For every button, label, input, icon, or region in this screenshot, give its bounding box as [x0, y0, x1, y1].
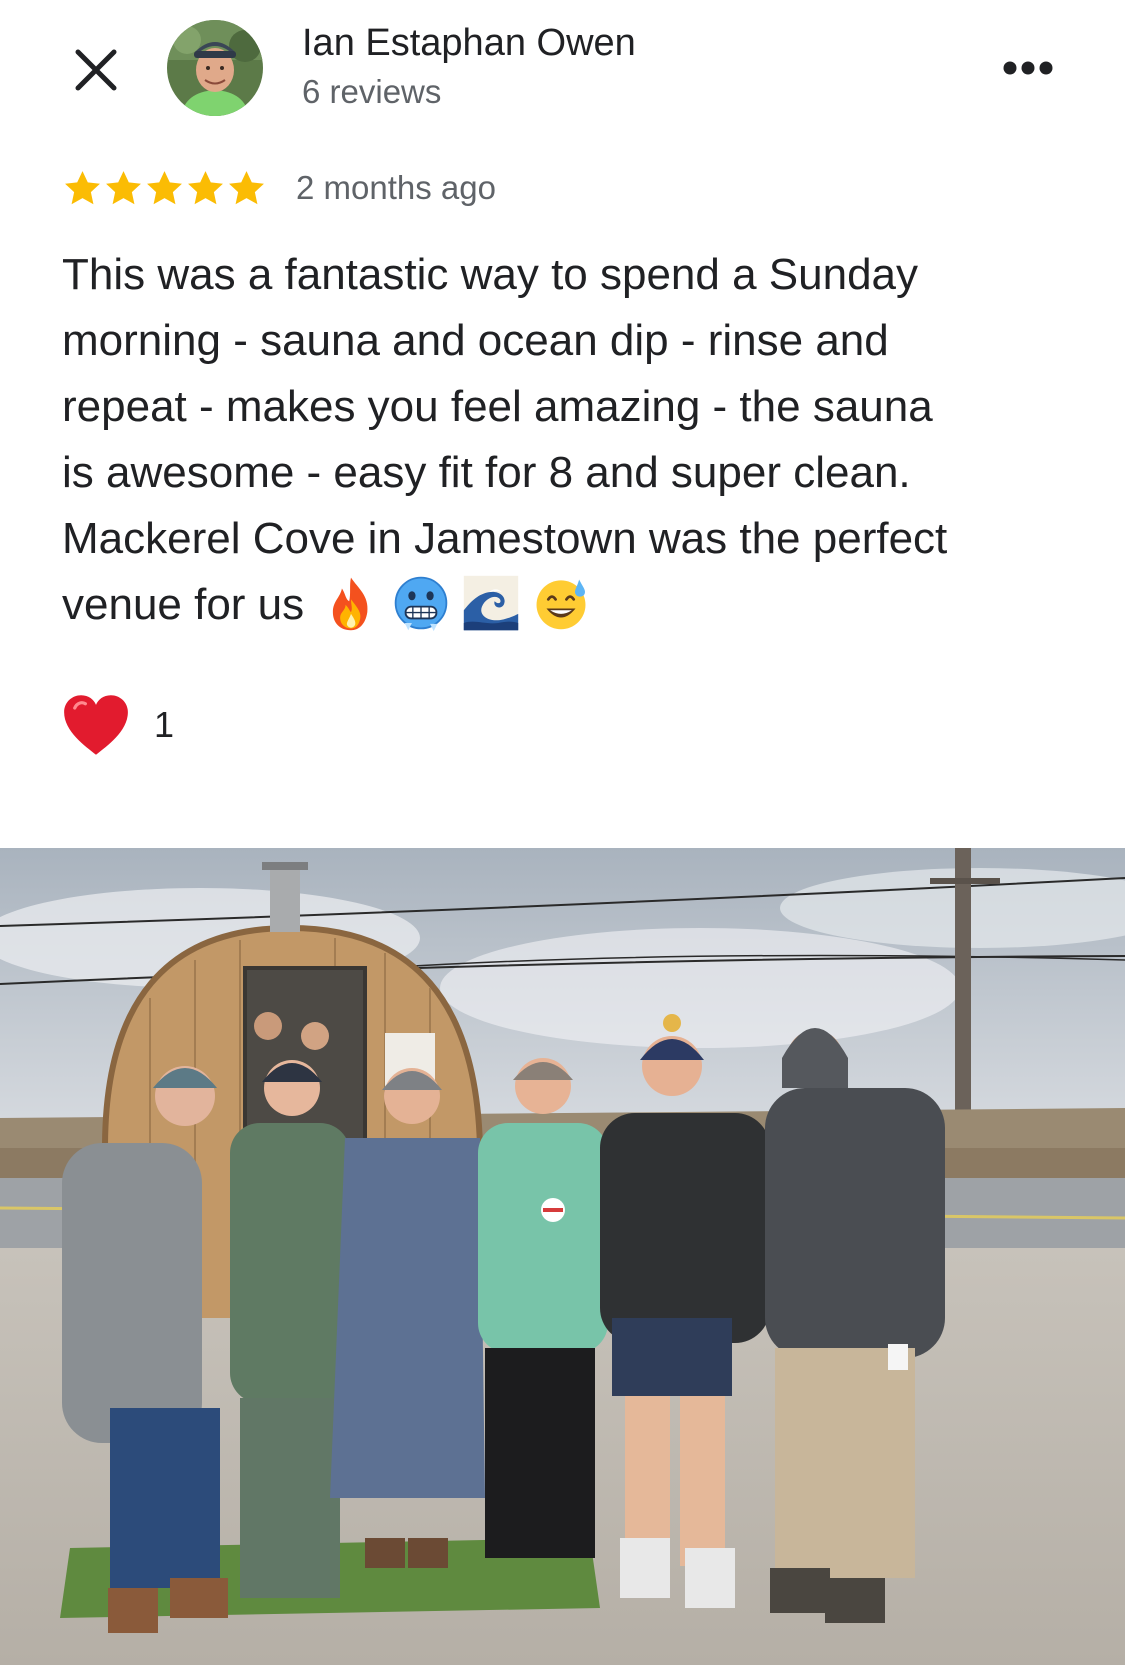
review-date: 2 months ago	[296, 169, 496, 206]
more-horizontal-icon	[1003, 61, 1053, 75]
star-rating	[62, 168, 267, 212]
close-icon	[75, 49, 117, 91]
like-button[interactable]: 1	[62, 692, 174, 758]
review-text-last-line: venue for us	[62, 572, 1062, 638]
star-icon	[147, 171, 182, 205]
more-options-button[interactable]	[996, 50, 1060, 86]
star-icon	[229, 171, 264, 205]
fire-emoji	[333, 578, 368, 631]
review-count[interactable]: 6 reviews	[302, 73, 441, 111]
close-button[interactable]	[62, 36, 130, 104]
review-text-line: repeat - makes you feel amazing - the sa…	[62, 382, 933, 431]
star-icon	[188, 171, 223, 205]
review-text-line: This was a fantastic way to spend a Sund…	[62, 250, 919, 299]
review-text-line: is awesome - easy fit for 8 and super cl…	[62, 448, 911, 497]
star-icon	[65, 171, 100, 205]
review-text: This was a fantastic way to spend a Sund…	[62, 242, 1062, 638]
cold-face-emoji	[394, 577, 448, 632]
review-text-line: Mackerel Cove in Jamestown was the perfe…	[62, 514, 948, 563]
reviewer-name[interactable]: Ian Estaphan Owen	[302, 22, 636, 65]
review-text-line: venue for us	[62, 580, 305, 629]
review-photo[interactable]	[0, 848, 1125, 1665]
like-count: 1	[154, 704, 175, 745]
avatar[interactable]	[167, 20, 263, 116]
wave-emoji	[463, 576, 519, 631]
star-icon	[106, 171, 141, 205]
sweat-smile-emoji	[536, 579, 586, 630]
review-text-line: morning - sauna and ocean dip - rinse an…	[62, 316, 889, 365]
heart-icon	[64, 695, 128, 755]
emoji-group	[322, 574, 590, 632]
